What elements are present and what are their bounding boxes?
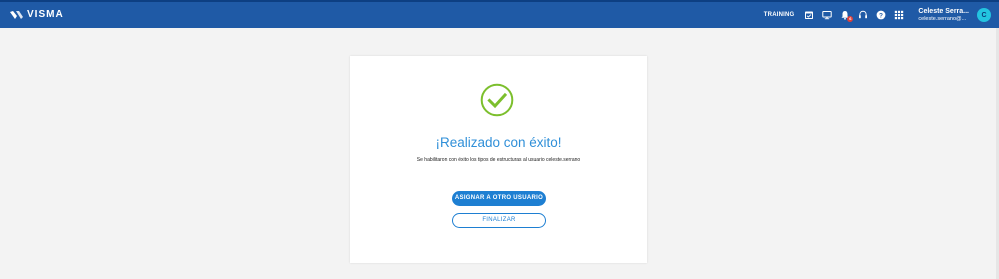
user-email: celeste.serrano@... bbox=[918, 16, 967, 22]
help-icon[interactable]: ? bbox=[875, 9, 887, 21]
headset-icon[interactable] bbox=[857, 9, 869, 21]
monitor-icon[interactable] bbox=[821, 9, 833, 21]
success-check-icon bbox=[480, 83, 514, 117]
bell-icon[interactable]: 6 bbox=[839, 9, 854, 22]
visma-logo-icon bbox=[10, 10, 23, 19]
assign-other-user-button[interactable]: ASIGNAR A OTRO USUARIO bbox=[452, 191, 546, 206]
success-title: ¡Realizado con éxito! bbox=[435, 135, 562, 150]
user-menu[interactable]: Celeste Serra... celeste.serrano@... bbox=[918, 7, 969, 23]
training-label: TRAINING bbox=[763, 12, 795, 18]
apps-grid-icon[interactable] bbox=[893, 9, 905, 21]
avatar[interactable]: C bbox=[977, 8, 991, 22]
finish-button[interactable]: FINALIZAR bbox=[452, 213, 546, 228]
success-message: Se habilitaron con éxito los tipos de es… bbox=[416, 157, 581, 163]
brand-name: VISMA bbox=[27, 9, 64, 20]
top-navigation-bar: VISMA TRAINING 6 ? Celeste Serra... cele… bbox=[0, 0, 999, 28]
svg-text:?: ? bbox=[879, 12, 883, 19]
success-card: ¡Realizado con éxito! Se habilitaron con… bbox=[350, 56, 647, 263]
notification-badge: 6 bbox=[847, 16, 854, 22]
header-actions: TRAINING 6 ? Celeste Serra... celeste.se bbox=[764, 2, 999, 28]
visma-logo[interactable]: VISMA bbox=[10, 9, 64, 20]
user-name: Celeste Serra... bbox=[918, 8, 969, 15]
calendar-check-icon[interactable] bbox=[803, 9, 815, 21]
